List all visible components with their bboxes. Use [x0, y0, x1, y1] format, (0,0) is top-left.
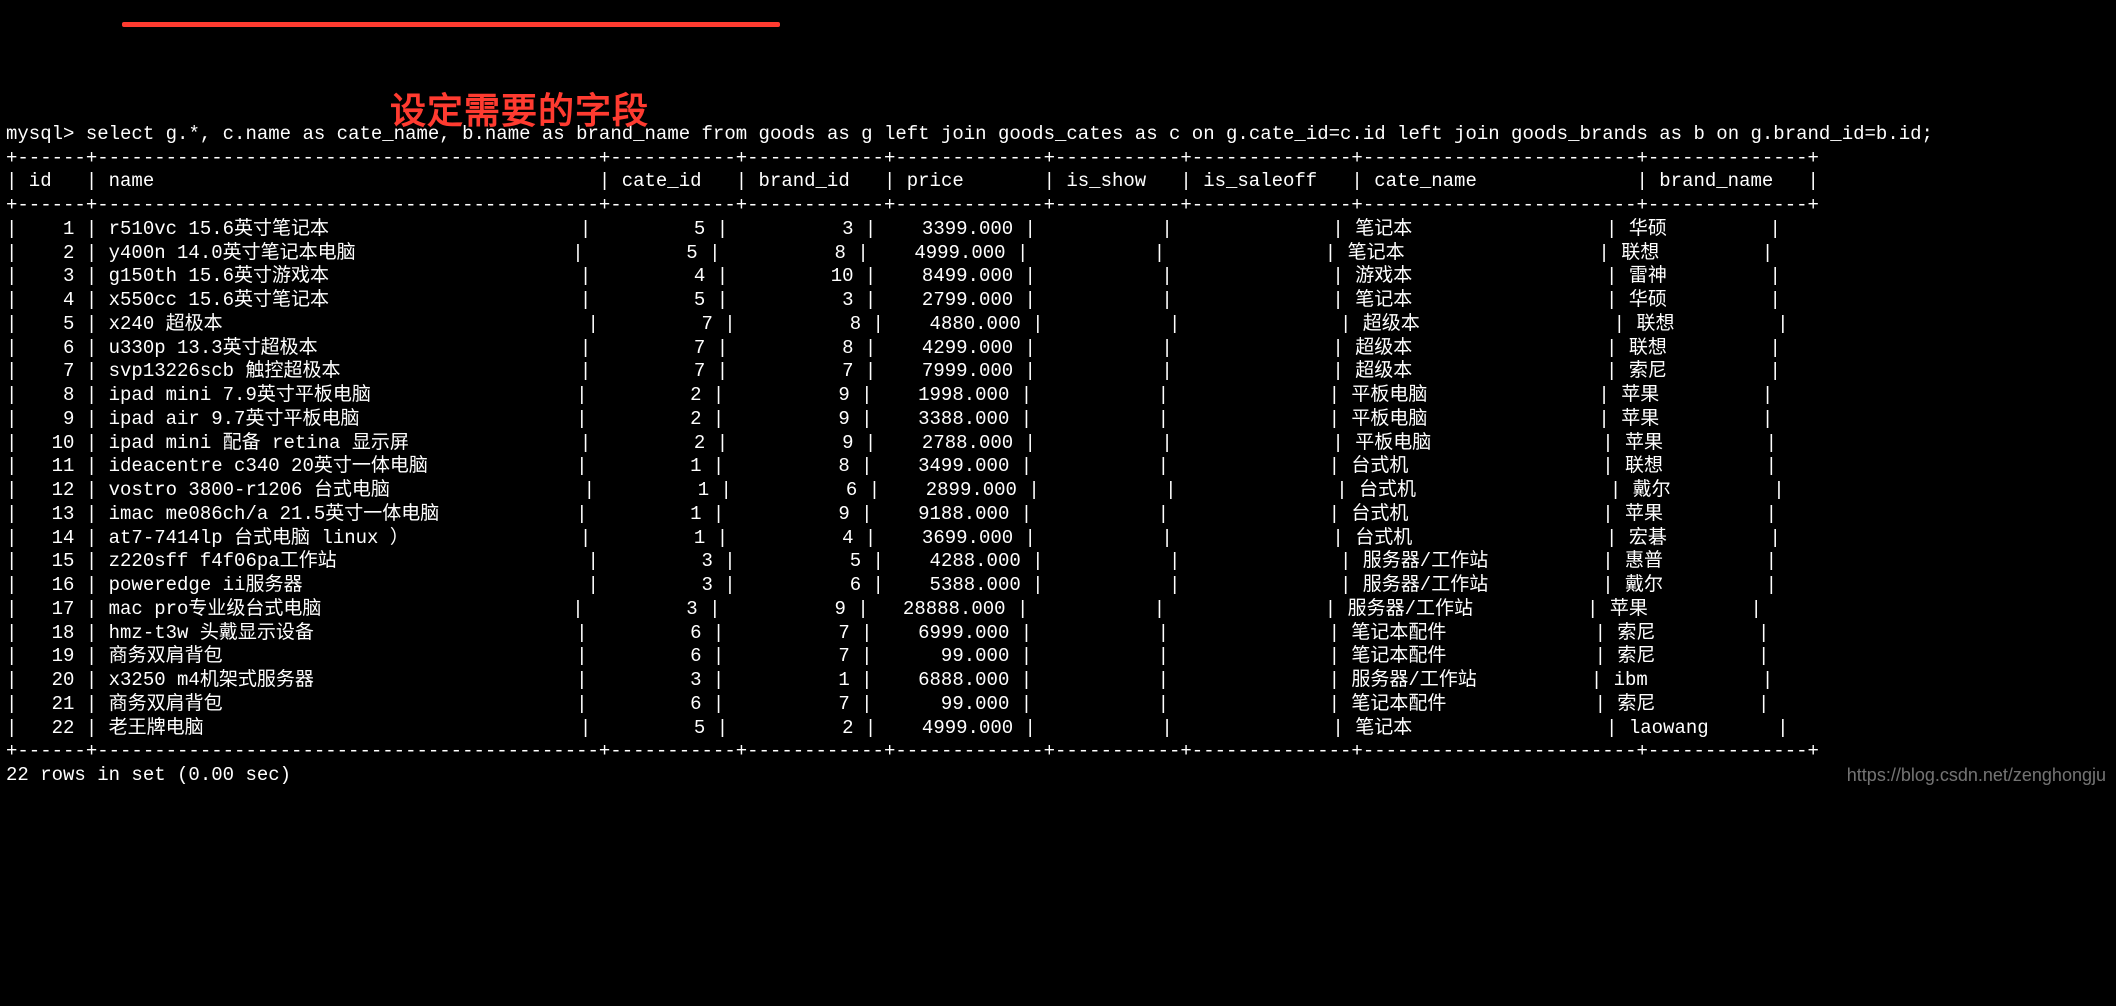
table-body: | 1 | r510vc 15.6英寸笔记本 | 5 | 3 | 3399.00… [6, 218, 1788, 739]
sql-query: select g.*, c.name as cate_name, b.name … [86, 123, 1933, 145]
result-footer: 22 rows in set (0.00 sec) [6, 764, 291, 786]
sql-underline-highlight [122, 22, 780, 27]
table-border-top: +------+--------------------------------… [6, 147, 1819, 169]
mysql-prompt: mysql> [6, 123, 86, 145]
annotation-label: 设定需要的字段 [390, 88, 649, 133]
table-border-mid: +------+--------------------------------… [6, 194, 1819, 216]
table-header-row: | id | name | cate_id | brand_id | price… [6, 170, 1819, 192]
watermark-text: https://blog.csdn.net/zenghongju [1847, 764, 2106, 787]
table-border-bottom: +------+--------------------------------… [6, 740, 1819, 762]
terminal-output: mysql> select g.*, c.name as cate_name, … [0, 95, 2116, 792]
